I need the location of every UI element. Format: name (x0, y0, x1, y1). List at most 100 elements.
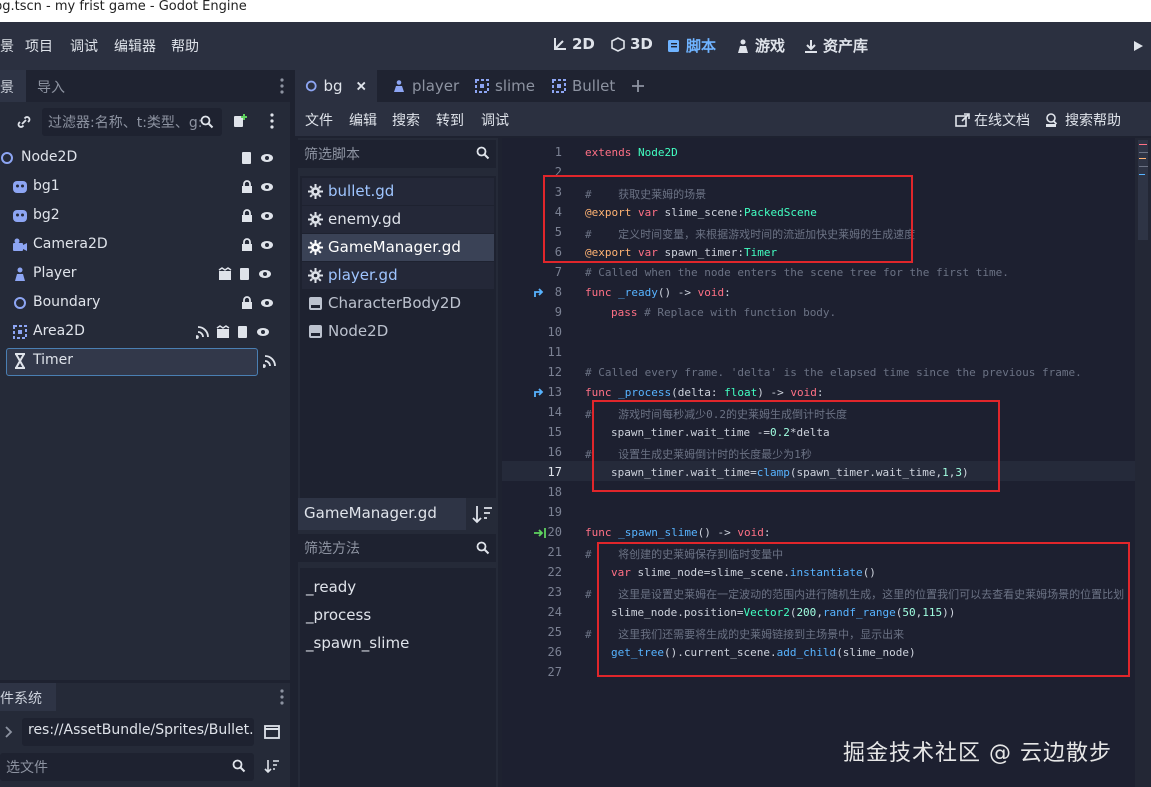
attach-script-icon[interactable] (232, 113, 248, 129)
visibility-eye-icon[interactable] (258, 267, 272, 281)
visibility-eye-icon[interactable] (260, 238, 274, 252)
timer-icon (15, 353, 25, 369)
menu-editor[interactable]: 编辑器 (114, 36, 156, 56)
tree-node-node2d[interactable]: Node2D (0, 144, 290, 173)
sprite2d-icon (13, 181, 27, 193)
workspace-2d-button[interactable]: 2D (552, 35, 595, 53)
visibility-eye-icon[interactable] (260, 209, 274, 223)
add-tab-icon[interactable] (630, 78, 646, 94)
tab-bg[interactable]: bg (295, 70, 377, 102)
visibility-eye-icon[interactable] (260, 151, 274, 165)
code-minimap[interactable] (1135, 138, 1151, 787)
code-token: _spawn_slime (618, 526, 698, 539)
menu-help[interactable]: 帮助 (171, 36, 199, 56)
workspace-3d-button[interactable]: 3D (610, 35, 653, 53)
scene-filter-input[interactable]: 过滤器:名称、t:类型、g: (42, 108, 222, 136)
visibility-eye-icon[interactable] (260, 180, 274, 194)
tab-bullet[interactable]: Bullet (542, 70, 625, 102)
online-docs-button[interactable]: 在线文档 (955, 110, 1030, 130)
line-number: 13 (547, 385, 562, 399)
tab-import[interactable]: 导入 (37, 77, 65, 97)
code-token: float (724, 386, 758, 399)
script-item-bullet[interactable]: bullet.gd (302, 178, 494, 205)
workspace-game-button[interactable]: 游戏 (735, 35, 785, 56)
scene-dock: 景 导入 过滤器:名称、t:类型、g: Node2D bg1 bg2 Camer… (0, 70, 290, 680)
menu-goto[interactable]: 转到 (436, 110, 464, 130)
code-line-8: func _ready() -> void: (585, 286, 731, 299)
close-icon[interactable] (355, 79, 367, 93)
code-token: void (737, 526, 764, 539)
script-menubar: 文件 编辑 搜索 转到 调试 在线文档 搜索帮助 (295, 102, 1135, 136)
lock-icon[interactable] (240, 209, 254, 223)
tab-scene[interactable]: 景 (0, 77, 14, 97)
tree-node-timer[interactable]: Timer (0, 347, 290, 376)
scene-filter-placeholder: 过滤器:名称、t:类型、g: (48, 115, 203, 131)
script-item-node2d[interactable]: Node2D (302, 318, 494, 345)
script-item-enemy[interactable]: enemy.gd (302, 206, 494, 233)
menu-file[interactable]: 文件 (305, 110, 333, 130)
tab-slime[interactable]: slime (465, 70, 545, 102)
tree-node-boundary[interactable]: Boundary (0, 289, 290, 318)
method-filter-input[interactable]: 筛选方法 (298, 534, 496, 562)
lock-icon[interactable] (240, 238, 254, 252)
lock-icon[interactable] (240, 296, 254, 310)
scene-filter-row: 过滤器:名称、t:类型、g: (0, 102, 290, 142)
open-in-editor-icon[interactable] (218, 267, 232, 281)
sort-icon[interactable] (470, 501, 494, 527)
layout-toggle-icon[interactable] (264, 724, 280, 740)
search-help-button[interactable]: 搜索帮助 (1045, 110, 1121, 130)
filesystem-filter-input[interactable]: 选文件 (0, 753, 254, 781)
link-icon[interactable] (16, 114, 32, 130)
script-attached-icon[interactable] (240, 151, 254, 165)
dock-menu-icon[interactable] (280, 78, 284, 94)
scene-more-icon[interactable] (270, 113, 274, 129)
tree-node-label: Boundary (33, 294, 101, 310)
code-token: Node2D (637, 146, 678, 159)
signal-icon[interactable] (196, 325, 210, 339)
tree-node-bg1[interactable]: bg1 (0, 173, 290, 202)
menu-search[interactable]: 搜索 (392, 110, 420, 130)
run-project-button[interactable] (1125, 22, 1151, 70)
tree-node-area2d[interactable]: Area2D (0, 318, 290, 347)
lock-icon[interactable] (240, 180, 254, 194)
tree-node-camera2d[interactable]: Camera2D (0, 231, 290, 260)
method-item-ready[interactable]: _ready (306, 578, 356, 596)
visibility-eye-icon[interactable] (260, 296, 274, 310)
workspace-script-button[interactable]: 脚本 (666, 35, 716, 56)
method-item-spawn-slime[interactable]: _spawn_slime (306, 634, 409, 652)
tree-node-label: Player (33, 265, 77, 281)
menu-edit[interactable]: 编辑 (349, 110, 377, 130)
open-in-editor-icon[interactable] (216, 325, 230, 339)
chevron-right-icon[interactable] (4, 725, 14, 739)
override-arrow-icon[interactable] (533, 287, 545, 299)
workspace-assetlib-button[interactable]: 资产库 (803, 35, 868, 56)
script-item-player[interactable]: player.gd (302, 262, 494, 289)
tab-filesystem[interactable]: 件系统 (0, 683, 56, 711)
script-filter-input[interactable]: 筛选脚本 (298, 140, 496, 168)
code-token: pass (611, 306, 638, 319)
sort-icon[interactable] (264, 758, 280, 774)
tree-node-bg2[interactable]: bg2 (0, 202, 290, 231)
code-editor[interactable]: 1 2 3 4 5 6 7 8 9 10 11 12 13 14 15 16 1… (502, 138, 1135, 787)
script-attached-icon[interactable] (238, 267, 252, 281)
script-item-characterbody2d[interactable]: CharacterBody2D (302, 290, 494, 317)
tab-label: bg (323, 77, 343, 95)
script-item-gamemanager[interactable]: GameManager.gd (302, 234, 494, 261)
method-item-process[interactable]: _process (306, 606, 371, 624)
menu-debug[interactable]: 调试 (70, 36, 98, 56)
node2d-icon (14, 297, 26, 309)
online-docs-label: 在线文档 (974, 113, 1030, 129)
tab-player[interactable]: player (382, 70, 469, 102)
visibility-eye-icon[interactable] (256, 325, 270, 339)
menu-scene[interactable]: 景 (0, 36, 14, 56)
script-attached-icon[interactable] (236, 325, 250, 339)
menu-project[interactable]: 项目 (25, 36, 53, 56)
override-arrow-icon[interactable] (533, 387, 545, 399)
signal-icon[interactable] (263, 354, 277, 368)
top-menubar: 景 项目 调试 编辑器 帮助 2D 3D 脚本 游戏 资产库 (0, 22, 1151, 70)
menu-script-debug[interactable]: 调试 (481, 110, 509, 130)
signal-connected-icon[interactable] (533, 527, 547, 539)
dock-menu-icon[interactable] (280, 689, 284, 705)
filesystem-path-field[interactable]: res://AssetBundle/Sprites/Bullet. (22, 718, 254, 746)
tree-node-player[interactable]: Player (0, 260, 290, 289)
